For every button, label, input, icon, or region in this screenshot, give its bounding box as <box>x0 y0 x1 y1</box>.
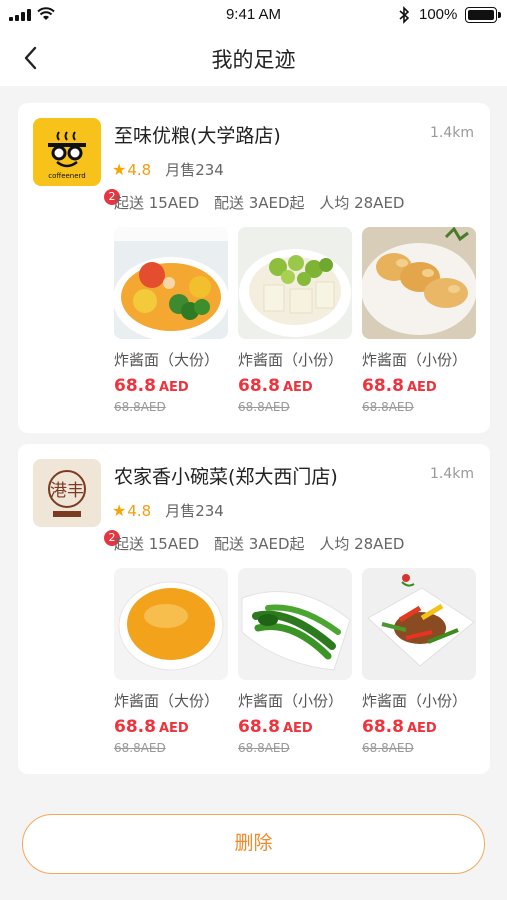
delivery-fee: 配送 3AED起 <box>213 194 305 212</box>
delivery-fee: 配送 3AED起 <box>213 535 305 553</box>
dish-image <box>114 568 228 680</box>
dish-item[interactable]: 炸酱面（大份） 68.8 AED 68.8AED <box>114 227 228 414</box>
dish-item[interactable]: 炸酱面（小份） 68.8 AED 68.8AED <box>362 568 476 755</box>
dish-name: 炸酱面（小份） <box>238 692 344 710</box>
dish-original-price: 68.8AED <box>114 400 166 414</box>
bluetooth-icon <box>399 6 410 24</box>
battery-icon <box>465 7 501 23</box>
store-name[interactable]: 至味优粮(大学路店) <box>114 121 281 148</box>
dish-original-price: 68.8AED <box>238 741 290 755</box>
dish-list: 炸酱面（大份） 68.8 AED 68.8AED 炸酱面（小份） 68.8 AE… <box>114 227 478 427</box>
dish-image <box>238 568 352 680</box>
dish-item[interactable]: 炸酱面（大份） 68.8 AED 68.8AED <box>114 568 228 755</box>
page-title: 我的足迹 <box>211 48 296 72</box>
dish-price: 68.8 AED <box>362 376 437 396</box>
distance: 1.4km <box>429 125 474 141</box>
store-card[interactable]: 港丰 2 农家香小碗菜(郑大西门店) 1.4km ★ 4.8 月售234 起送 … <box>18 444 490 774</box>
dish-item[interactable]: 炸酱面（小份） 68.8 AED 68.8AED <box>362 227 476 414</box>
dish-name: 炸酱面（小份） <box>362 692 468 710</box>
rating-row: ★ 4.8 月售234 <box>112 159 224 180</box>
dish-name: 炸酱面（大份） <box>114 351 220 369</box>
delivery-info: 起送 15AED 配送 3AED起 人均 28AED <box>114 533 414 554</box>
coffee-logo-icon: coffeenerd <box>48 131 86 180</box>
rating: 4.8 <box>127 160 152 179</box>
dish-price: 68.8 AED <box>238 376 313 396</box>
dish-name: 炸酱面（小份） <box>238 351 344 369</box>
dish-price: 68.8 AED <box>362 717 437 737</box>
store-logo: 港丰 2 <box>33 459 121 547</box>
dish-price: 68.8 AED <box>114 376 189 396</box>
min-order: 起送 15AED <box>114 535 200 553</box>
battery-percent: 100% <box>419 6 458 23</box>
monthly-sales: 月售234 <box>165 502 224 520</box>
dish-list: 炸酱面（大份） 68.8 AED 68.8AED 炸酱面（小份） 68.8 AED … <box>114 568 478 768</box>
dish-image <box>114 227 228 339</box>
status-bar: 9:41 AM 100% <box>0 0 507 30</box>
avg-price: 人均 28AED <box>319 535 405 553</box>
dish-original-price: 68.8AED <box>238 400 290 414</box>
dish-price: 68.8 AED <box>238 717 313 737</box>
rating: 4.8 <box>127 501 152 520</box>
dish-item[interactable]: 炸酱面（小份） 68.8 AED 68.8AED <box>238 227 352 414</box>
dish-image <box>362 568 476 680</box>
store-card[interactable]: coffeenerd 2 至味优粮(大学路店) 1.4km ★ 4.8 月售23… <box>18 103 490 433</box>
dish-original-price: 68.8AED <box>362 400 414 414</box>
dish-original-price: 68.8AED <box>114 741 166 755</box>
svg-text:港丰: 港丰 <box>50 481 84 501</box>
monthly-sales: 月售234 <box>165 161 224 179</box>
min-order: 起送 15AED <box>114 194 200 212</box>
dish-name: 炸酱面（小份） <box>362 351 468 369</box>
svg-text:coffeenerd: coffeenerd <box>48 172 86 180</box>
dish-image <box>238 227 352 339</box>
store-name[interactable]: 农家香小碗菜(郑大西门店) <box>114 462 338 489</box>
dish-name: 炸酱面（大份） <box>114 692 220 710</box>
nav-bar: 我的足迹 <box>0 30 507 86</box>
star-icon: ★ <box>112 160 127 179</box>
store-logo: coffeenerd 2 <box>33 118 121 206</box>
dish-item[interactable]: 炸酱面（小份） 68.8 AED 68.8AED <box>238 568 352 755</box>
dish-price: 68.8 AED <box>114 717 189 737</box>
star-icon: ★ <box>112 501 127 520</box>
dish-original-price: 68.8AED <box>362 741 414 755</box>
store-seal-logo: 港丰 <box>48 470 86 517</box>
delete-button[interactable]: 删除 <box>22 814 485 874</box>
avg-price: 人均 28AED <box>319 194 405 212</box>
delivery-info: 起送 15AED 配送 3AED起 人均 28AED <box>114 192 414 213</box>
distance: 1.4km <box>429 466 474 482</box>
dish-image <box>362 227 476 339</box>
rating-row: ★ 4.8 月售234 <box>112 500 224 521</box>
